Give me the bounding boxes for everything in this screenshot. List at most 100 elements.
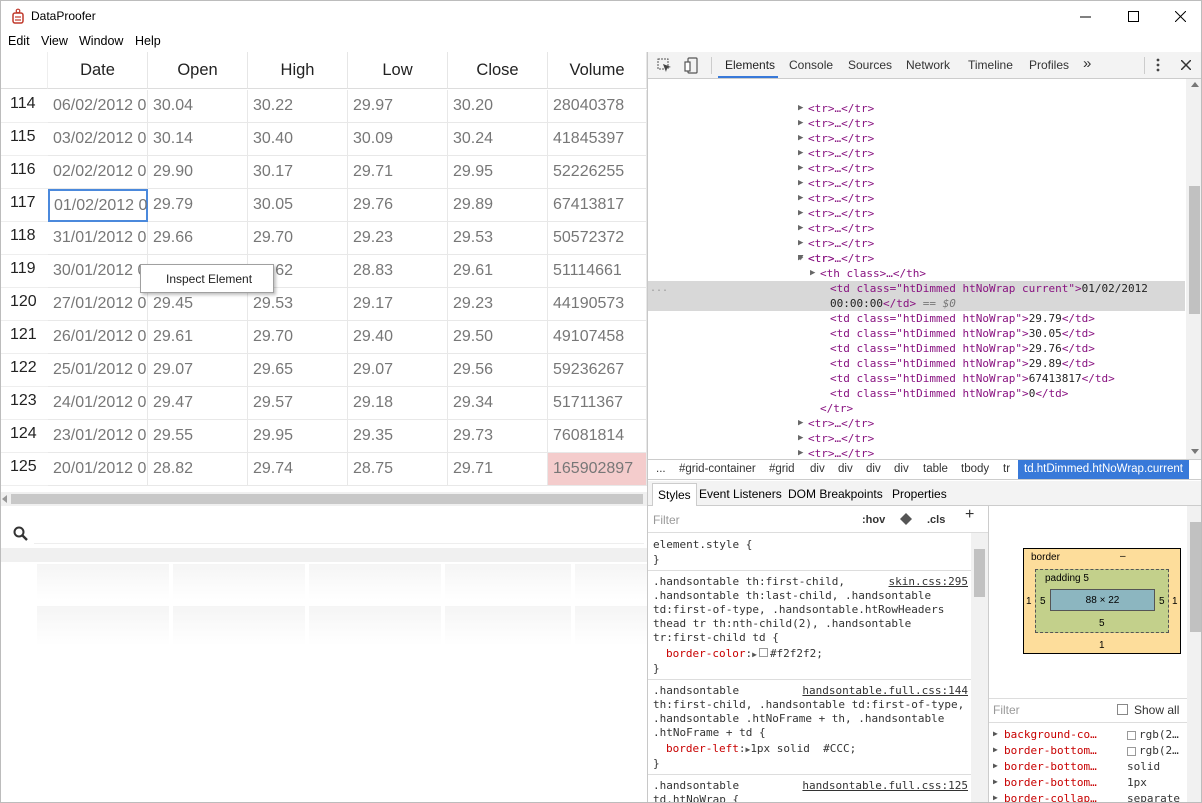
expand-triangle-icon[interactable]: ▶ (798, 176, 803, 191)
dom-node[interactable]: ▶ <tr>…</tr> (798, 446, 874, 459)
expand-triangle-icon[interactable]: ▶ (798, 221, 803, 236)
tab-dom-breakpoints[interactable]: DOM Breakpoints (788, 487, 883, 501)
new-style-rule-button[interactable]: + (965, 507, 974, 523)
computed-property-row[interactable]: ▶ background-co… rgb(2… (989, 728, 1187, 744)
table-cell-volume[interactable]: 49107458 (548, 321, 647, 354)
row-header[interactable]: 124 (1, 420, 48, 453)
show-all-checkbox[interactable] (1117, 704, 1128, 715)
expand-triangle-icon[interactable]: ▶ (752, 650, 757, 659)
table-cell-low[interactable]: 30.09 (348, 123, 448, 156)
dom-node[interactable]: ▶ <tr>…</tr> (798, 191, 874, 206)
crumb-div[interactable]: div (810, 463, 825, 475)
table-cell-volume[interactable]: 44190573 (548, 288, 647, 321)
expand-triangle-icon[interactable]: ▶ (798, 431, 803, 446)
tab-sources[interactable]: Sources (848, 58, 892, 72)
table-cell-open[interactable]: 29.66 (148, 222, 248, 255)
table-cell-low[interactable]: 29.40 (348, 321, 448, 354)
table-cell-close[interactable]: 30.24 (448, 123, 548, 156)
row-header[interactable]: 116 (1, 156, 48, 189)
table-cell-volume[interactable]: 41845397 (548, 123, 647, 156)
crumb-ellipsis[interactable]: ... (656, 463, 666, 475)
table-cell-volume[interactable]: 28040378 (548, 90, 647, 123)
row-header[interactable]: 118 (1, 222, 48, 255)
expand-triangle-icon[interactable]: ▶ (993, 729, 998, 738)
table-cell-open[interactable]: 29.07 (148, 354, 248, 387)
computed-property-row[interactable]: ▶ border-bottom… 1px (989, 776, 1187, 792)
dom-node[interactable]: ▶ <tr>…</tr> (798, 416, 874, 431)
dom-node-selected-td[interactable]: <td class="htDimmed htNoWrap current">01… (830, 281, 1148, 311)
hov-toggle[interactable]: :hov (862, 513, 885, 527)
menu-window[interactable]: Window (79, 34, 123, 48)
dom-node[interactable]: ▶ <tr>…</tr> (798, 116, 874, 131)
dom-node[interactable]: ▶ <tr>…</tr> (798, 161, 874, 176)
column-header-low[interactable]: Low (348, 52, 448, 89)
table-cell-volume[interactable]: 51711367 (548, 387, 647, 420)
dom-scrollbar-thumb[interactable] (1189, 186, 1200, 314)
computed-property-row[interactable]: ▶ border-bottom… solid (989, 760, 1187, 776)
column-header-date[interactable]: Date (48, 52, 148, 89)
column-header-volume[interactable]: Volume (548, 52, 647, 89)
crumb-tbody[interactable]: tbody (961, 463, 989, 475)
table-cell-high[interactable]: 30.17 (248, 156, 348, 189)
row-header[interactable]: 121 (1, 321, 48, 354)
tab-timeline[interactable]: Timeline (968, 58, 1013, 72)
table-cell-open[interactable]: 30.14 (148, 123, 248, 156)
table-cell-date[interactable]: 01/02/2012 0 (48, 189, 148, 222)
row-header[interactable]: 117 (1, 189, 48, 222)
dom-node-td[interactable]: <td class="htDimmed htNoWrap">29.79</td> (830, 311, 1095, 326)
table-cell-volume[interactable]: 67413817 (548, 189, 647, 222)
maximize-button[interactable] (1110, 1, 1156, 31)
inspect-element-icon[interactable] (657, 58, 672, 73)
expand-triangle-icon[interactable]: ▶ (798, 161, 803, 176)
table-cell-open[interactable]: 29.90 (148, 156, 248, 189)
table-cell-close[interactable]: 29.53 (448, 222, 548, 255)
close-devtools-icon[interactable] (1181, 60, 1191, 70)
crumb-div[interactable]: div (838, 463, 853, 475)
table-cell-close[interactable]: 29.71 (448, 453, 548, 486)
table-cell-high[interactable]: 29.74 (248, 453, 348, 486)
table-cell-date[interactable]: 03/02/2012 0 (48, 123, 148, 156)
column-header-close[interactable]: Close (448, 52, 548, 89)
table-cell-date[interactable]: 20/01/2012 0 (48, 453, 148, 486)
dom-node[interactable]: ▶ <tr>…</tr> (798, 176, 874, 191)
crumb-div[interactable]: div (866, 463, 881, 475)
expand-triangle-icon[interactable]: ▶ (993, 761, 998, 770)
table-cell-open[interactable]: 29.61 (148, 321, 248, 354)
table-cell-volume[interactable]: 76081814 (548, 420, 647, 453)
table-cell-low[interactable]: 29.18 (348, 387, 448, 420)
table-cell-volume[interactable]: 59236267 (548, 354, 647, 387)
dom-node[interactable]: ▶ <tr>…</tr> (798, 131, 874, 146)
table-cell-open[interactable]: 30.04 (148, 90, 248, 123)
table-cell-date[interactable]: 23/01/2012 0 (48, 420, 148, 453)
close-window-button[interactable] (1157, 1, 1201, 31)
style-property[interactable]: border-left:▶1px solid #CCC; (666, 742, 856, 757)
dom-node[interactable]: ▶ <tr>…</tr> (798, 206, 874, 221)
row-header[interactable]: 114 (1, 90, 48, 123)
context-menu-inspect-element[interactable]: Inspect Element (140, 264, 274, 293)
horizontal-scrollbar-thumb[interactable] (11, 494, 643, 504)
style-rule-source-link[interactable]: handsontable.full.css:125 (802, 779, 968, 793)
element-state-icon[interactable] (899, 512, 913, 526)
device-mode-icon[interactable] (684, 57, 698, 74)
crumb-div[interactable]: div (894, 463, 909, 475)
kebab-menu-icon[interactable] (1156, 58, 1160, 72)
dom-node-td[interactable]: <td class="htDimmed htNoWrap">0</td> (830, 386, 1068, 401)
table-cell-low[interactable]: 29.35 (348, 420, 448, 453)
style-rule-source-link[interactable]: skin.css:295 (889, 575, 968, 589)
table-cell-low[interactable]: 29.71 (348, 156, 448, 189)
row-header[interactable]: 115 (1, 123, 48, 156)
expand-triangle-icon[interactable]: ▶ (798, 236, 803, 251)
style-property[interactable]: border-color:▶ #f2f2f2; (666, 647, 823, 662)
styles-scrollbar[interactable] (971, 533, 988, 802)
table-cell-low[interactable]: 29.17 (348, 288, 448, 321)
table-cell-close[interactable]: 29.95 (448, 156, 548, 189)
table-cell-open[interactable]: 29.55 (148, 420, 248, 453)
tab-elements[interactable]: Elements (725, 58, 775, 72)
table-cell-open[interactable]: 29.79 (148, 189, 248, 222)
column-header-high[interactable]: High (248, 52, 348, 89)
style-rule-selector[interactable]: .handsontable td.htNoWrap { (653, 779, 739, 802)
expand-triangle-icon[interactable]: ▶ (798, 446, 803, 459)
table-cell-close[interactable]: 29.34 (448, 387, 548, 420)
table-cell-high[interactable]: 30.05 (248, 189, 348, 222)
menu-help[interactable]: Help (135, 34, 161, 48)
